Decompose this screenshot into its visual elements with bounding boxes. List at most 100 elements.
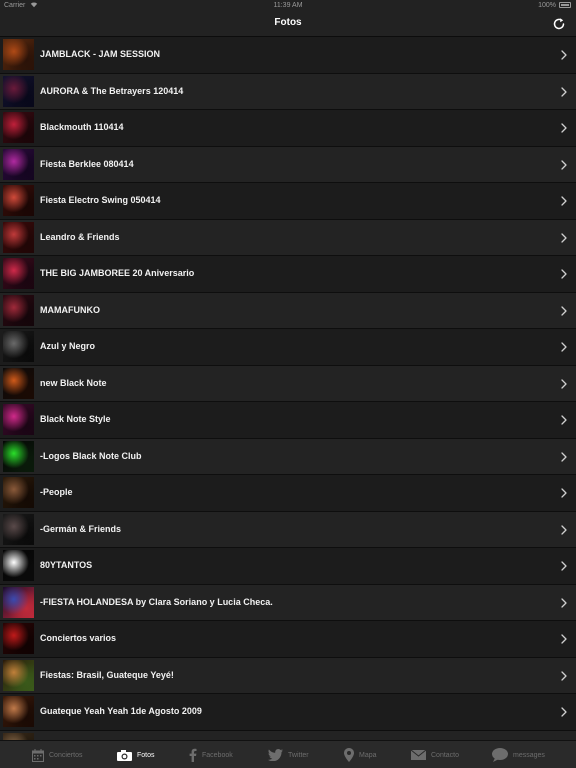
album-thumbnail [3,696,34,727]
album-thumbnail [3,331,34,362]
chevron-right-icon [561,232,567,243]
tab-fotos[interactable]: Fotos [117,741,155,768]
chevron-right-icon [561,50,567,60]
tab-label: Mapa [359,751,377,759]
album-thumbnail [3,185,34,216]
album-thumbnail [3,440,34,472]
album-row[interactable]: new Black Note [0,365,576,402]
facebook-icon [189,748,197,762]
album-row[interactable]: MAMAFUNKO [0,292,576,329]
chevron-right-icon [561,451,567,462]
chevron-right-icon [561,488,567,498]
album-row[interactable]: Fiesta Berklee 080414 [0,146,576,183]
album-row[interactable]: Guateque Yeah Yeah 1de Agosto 2009 [0,694,576,731]
tab-label: Fotos [137,751,155,759]
album-row[interactable]: -Logos Black Note Club [0,438,576,475]
tab-label: Conciertos [49,751,83,759]
album-title: -Germán & Friends [40,523,122,534]
album-title: Guateque Yeah Yeah 1de Agosto 2009 [40,706,202,716]
chevron-right-icon [561,86,567,97]
navigation-bar: Fotos [0,11,576,37]
album-title: Conciertos varios [40,633,117,643]
tab-bar: Conciertos Fotos Facebook Twitter Mapa Contac… [0,740,576,768]
tab-label: Twitter [288,751,309,759]
chevron-right-icon [561,670,567,681]
album-thumbnail [3,39,34,70]
album-row[interactable]: Black Note Style [0,402,576,439]
chevron-right-icon [561,269,567,279]
album-row[interactable] [0,730,576,740]
album-thumbnail [3,404,34,435]
chevron-right-icon [561,561,567,571]
album-row[interactable]: Azul y Negro [0,329,576,366]
album-thumbnail [3,75,34,107]
status-time: 11:39 AM [273,2,303,9]
album-thumbnail [3,477,34,508]
album-thumbnail [3,732,34,740]
album-title: THE BIG JAMBOREE 20 Aniversario [40,268,195,278]
chat-bubble-icon [492,748,508,762]
album-thumbnail [3,623,34,654]
album-row[interactable]: Leandro & Friends [0,219,576,256]
envelope-icon [411,750,426,760]
camera-icon [117,749,132,761]
album-row[interactable]: Fiesta Electro Swing 050414 [0,183,576,220]
album-thumbnail [3,294,34,326]
chevron-right-icon [561,524,567,535]
page-title: Fotos [274,17,302,28]
album-title: -People [40,487,73,497]
chevron-right-icon [561,305,567,316]
album-row[interactable]: Blackmouth 110414 [0,110,576,147]
album-row[interactable]: JAMBLACK - JAM SESSION [0,37,576,74]
tab-label: Facebook [202,751,233,759]
album-title: MAMAFUNKO [40,304,100,315]
album-thumbnail [3,513,34,545]
album-thumbnail [3,148,34,180]
album-title: JAMBLACK - JAM SESSION [40,49,161,59]
album-thumbnail [3,367,34,399]
album-row[interactable]: 80YTANTOS [0,548,576,585]
album-row[interactable]: -Germán & Friends [0,511,576,548]
calendar-icon [32,748,44,762]
album-title: new Black Note [40,377,107,388]
refresh-button[interactable] [552,17,566,31]
map-pin-icon [344,748,354,762]
chevron-right-icon [561,123,567,133]
chevron-right-icon [561,159,567,170]
status-bar: Carrier 11:39 AM 100% [0,0,576,11]
tab-label: Contacto [431,751,460,759]
album-row[interactable]: -People [0,475,576,512]
album-row[interactable]: THE BIG JAMBOREE 20 Aniversario [0,256,576,293]
tab-contacto[interactable]: Contacto [411,741,459,768]
album-row[interactable]: Fiestas: Brasil, Guateque Yeyé! [0,657,576,694]
album-title: Fiesta Berklee 080414 [40,158,134,169]
album-title: Azul y Negro [40,341,96,351]
album-title: -Logos Black Note Club [40,450,142,461]
battery-percentage: 100% [538,2,556,9]
album-thumbnail [3,221,34,253]
album-row[interactable]: -FIESTA HOLANDESA by Clara Soriano y Luc… [0,584,576,621]
album-title: Black Note Style [40,414,111,424]
album-title: 80YTANTOS [40,560,93,570]
chevron-right-icon [561,415,567,425]
tab-mapa[interactable]: Mapa [344,741,377,768]
tab-messages[interactable]: messages [492,741,545,768]
chevron-right-icon [561,342,567,352]
album-title: Fiestas: Brasil, Guateque Yeyé! [40,669,174,680]
album-title: Blackmouth 110414 [40,122,124,132]
tab-label: messages [513,751,545,759]
twitter-icon [268,749,283,761]
album-thumbnail [3,659,34,691]
album-thumbnail [3,586,34,618]
tab-facebook[interactable]: Facebook [189,741,233,768]
album-row[interactable]: AURORA & The Betrayers 120414 [0,73,576,110]
chevron-right-icon [561,634,567,644]
album-title: -FIESTA HOLANDESA by Clara Soriano y Luc… [40,596,273,607]
album-row[interactable]: Conciertos varios [0,621,576,658]
album-title: AURORA & The Betrayers 120414 [40,85,184,96]
tab-conciertos[interactable]: Conciertos [32,741,82,768]
chevron-right-icon [561,707,567,717]
tab-twitter[interactable]: Twitter [268,741,309,768]
battery-icon [559,2,571,8]
chevron-right-icon [561,378,567,389]
